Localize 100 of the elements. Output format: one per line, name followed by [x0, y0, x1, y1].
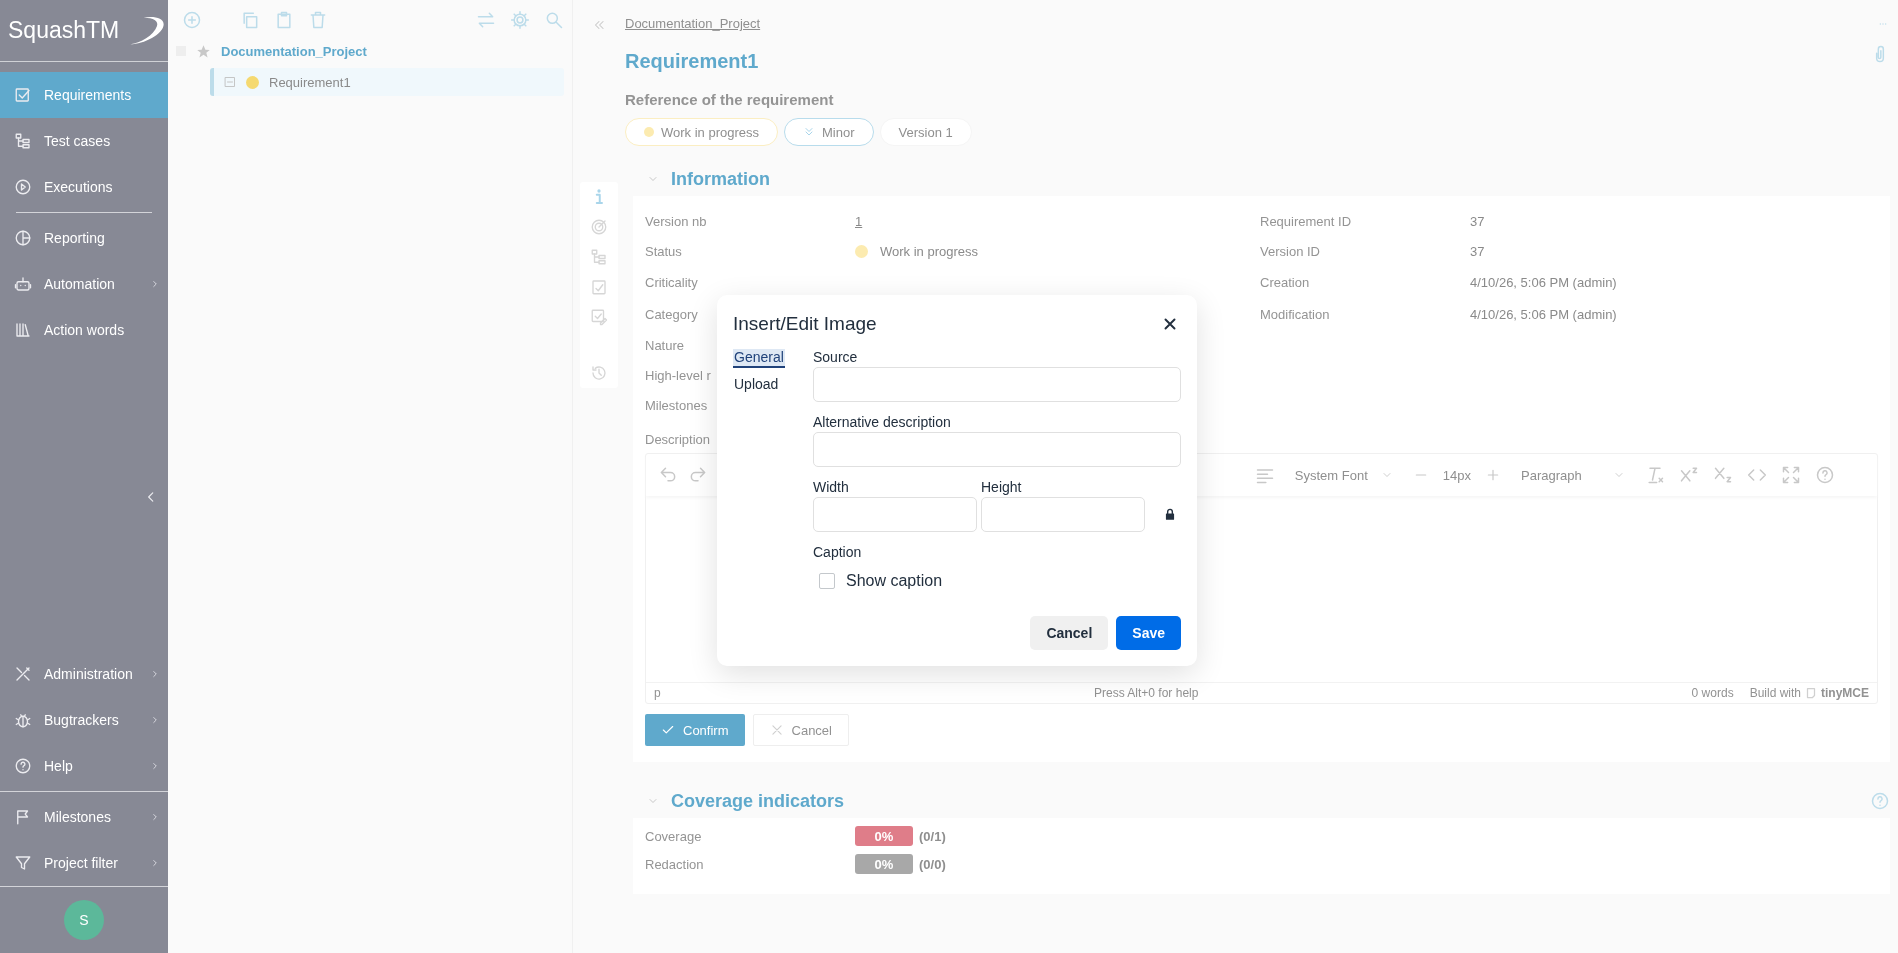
- filter-icon: [14, 854, 32, 872]
- field-label: Requirement ID: [1260, 213, 1353, 229]
- nav-item[interactable]: Help: [0, 743, 168, 789]
- robot-icon: [14, 275, 32, 293]
- lock-icon[interactable]: [1163, 506, 1177, 522]
- field-label: Category: [645, 306, 699, 322]
- confirm-button[interactable]: Confirm: [645, 714, 745, 746]
- nav-item[interactable]: Executions: [0, 164, 168, 210]
- field-label: Creation: [1260, 274, 1311, 290]
- clipboard-icon[interactable]: [274, 10, 294, 30]
- field-label: Description: [645, 432, 712, 447]
- superscript-icon[interactable]: [1679, 465, 1699, 485]
- criticality-chip[interactable]: Minor: [784, 118, 874, 146]
- font-size-field[interactable]: 14px: [1442, 467, 1471, 483]
- breadcrumb-link[interactable]: Documentation_Project: [625, 16, 761, 36]
- logo-icon: [1805, 687, 1817, 699]
- tree-node[interactable]: Documentation_Project: [221, 43, 367, 59]
- checkbox-label: Show caption: [846, 572, 943, 590]
- field-label: High-level r: [645, 367, 712, 383]
- user-avatar[interactable]: S: [64, 900, 104, 940]
- font-dropdown[interactable]: System Font: [1288, 467, 1399, 483]
- trash-icon[interactable]: [308, 10, 328, 30]
- field-value: Work in progress: [880, 243, 978, 259]
- field-label: Status: [645, 243, 683, 259]
- height-field[interactable]: [981, 497, 1145, 532]
- fullscreen-icon[interactable]: [1781, 465, 1801, 485]
- element-path[interactable]: p: [654, 686, 661, 700]
- field-label: Caption: [813, 544, 863, 560]
- dialog-title: Insert/Edit Image: [733, 313, 877, 335]
- plus-icon[interactable]: [1485, 467, 1501, 483]
- nav-item[interactable]: Milestones: [0, 794, 168, 840]
- nav-item[interactable]: Administration: [0, 651, 168, 697]
- history-icon[interactable]: [590, 364, 608, 382]
- field-value: 4/10/26, 5:06 PM (admin): [1470, 274, 1617, 290]
- search-icon[interactable]: [544, 10, 564, 30]
- count-text: (0/1): [919, 828, 946, 844]
- add-icon[interactable]: [182, 10, 202, 30]
- double-chevron-left-icon[interactable]: [592, 18, 606, 32]
- field-label: Version ID: [1260, 243, 1321, 259]
- settings-icon[interactable]: [510, 10, 530, 30]
- dialog-tab[interactable]: General: [733, 349, 785, 368]
- credit-text: Build with: [1749, 686, 1801, 700]
- field-value: 37: [1470, 243, 1485, 259]
- width-field[interactable]: [813, 497, 977, 532]
- cancel-button[interactable]: Cancel: [752, 714, 849, 746]
- tools-icon: [14, 665, 32, 683]
- percentage-badge: 0%: [855, 826, 913, 846]
- count-text: (0/0): [919, 856, 946, 872]
- nav-item[interactable]: Automation: [0, 261, 168, 307]
- brand-link[interactable]: tinyMCE: [1821, 686, 1869, 700]
- field-value: 4/10/26, 5:06 PM (admin): [1470, 306, 1617, 322]
- tree-icon: [14, 132, 32, 150]
- field-label: Criticality: [645, 274, 699, 290]
- checkbox-icon: [14, 86, 32, 104]
- check-icon: [661, 723, 675, 737]
- nav-item[interactable]: Project filter: [0, 840, 168, 886]
- block-format-dropdown[interactable]: Paragraph: [1515, 467, 1631, 483]
- word-count[interactable]: 0 words: [1691, 686, 1734, 700]
- nav-item[interactable]: Reporting: [0, 215, 168, 261]
- subscript-icon[interactable]: [1713, 465, 1733, 485]
- status-chip[interactable]: Work in progress: [625, 118, 778, 146]
- save-button[interactable]: Save: [1116, 616, 1181, 650]
- target-icon[interactable]: [590, 218, 608, 236]
- help-icon[interactable]: [1870, 791, 1890, 811]
- redo-icon[interactable]: [688, 465, 708, 485]
- swap-icon[interactable]: [476, 10, 496, 30]
- checklist-icon[interactable]: [590, 278, 608, 296]
- nav-item[interactable]: Action words: [0, 307, 168, 353]
- help-icon[interactable]: [1815, 465, 1835, 485]
- field-value: 37: [1470, 213, 1485, 229]
- undo-icon[interactable]: [658, 465, 678, 485]
- dialog-tab[interactable]: Upload: [733, 376, 780, 395]
- checkbox[interactable]: [819, 573, 835, 589]
- field-label: Height: [981, 479, 1023, 495]
- field-label: Redaction: [645, 856, 705, 872]
- pie-chart-icon: [14, 229, 32, 247]
- play-icon: [14, 178, 32, 196]
- copy-icon[interactable]: [240, 10, 260, 30]
- field-label: Nature: [645, 337, 686, 353]
- nav-item[interactable]: Test cases: [0, 118, 168, 164]
- clear-format-icon[interactable]: [1645, 465, 1665, 485]
- field-label: Width: [813, 479, 850, 495]
- field-label: Milestones: [645, 397, 709, 413]
- nav-item[interactable]: Requirements: [0, 72, 168, 118]
- field-label: Version nb: [645, 213, 708, 229]
- alt-text-field[interactable]: [813, 432, 1181, 467]
- logo[interactable]: SquashTM: [8, 17, 120, 44]
- star-icon[interactable]: [196, 43, 211, 59]
- field-label: Modification: [1260, 306, 1331, 322]
- nav-item[interactable]: Bugtrackers: [0, 697, 168, 743]
- version-link[interactable]: 1: [855, 213, 863, 229]
- close-icon: [769, 723, 784, 737]
- tree-item[interactable]: Requirement1: [210, 68, 564, 96]
- cancel-button[interactable]: Cancel: [1030, 616, 1109, 650]
- percentage-badge: 0%: [855, 854, 913, 874]
- version-chip[interactable]: Version 1: [879, 118, 972, 146]
- source-field[interactable]: [813, 367, 1181, 402]
- review-icon[interactable]: [590, 308, 608, 326]
- tree-icon[interactable]: [590, 248, 608, 266]
- field-label: Coverage: [645, 828, 703, 844]
